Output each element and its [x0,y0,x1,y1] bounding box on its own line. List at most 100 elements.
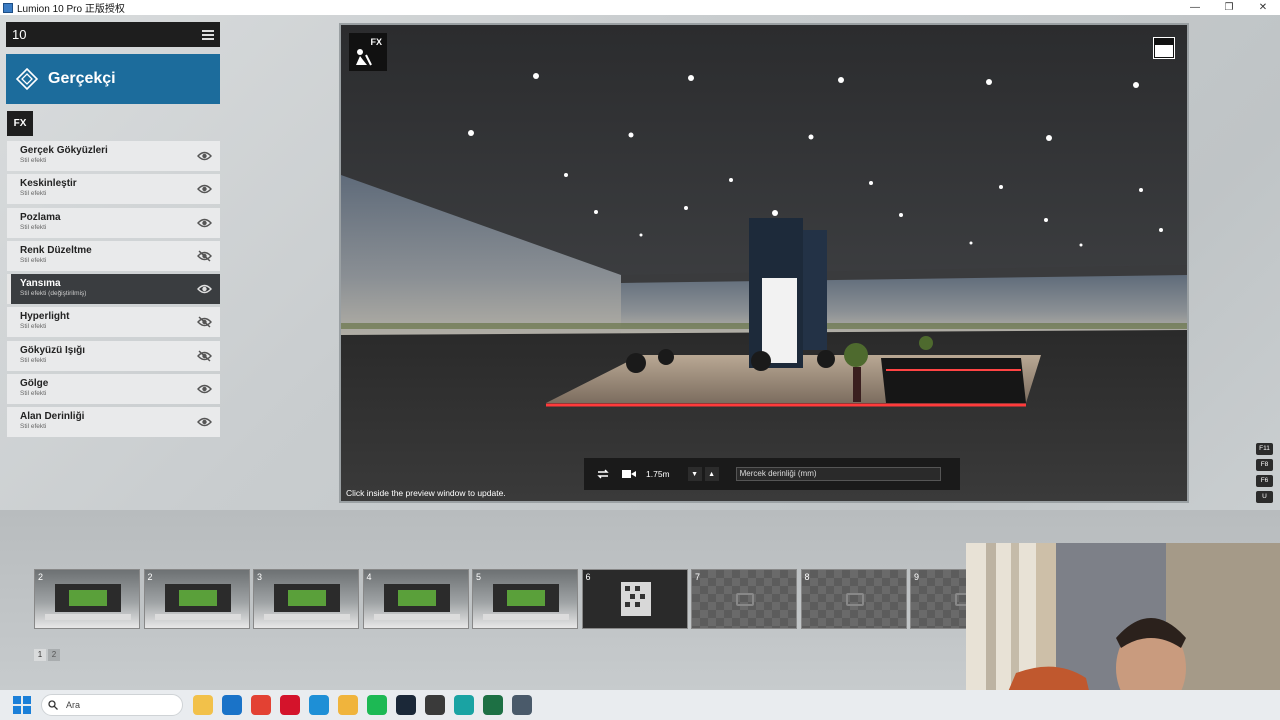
page-1-button[interactable]: 1 [34,649,46,661]
scene-thumbnail-number: 4 [366,572,372,582]
chrome-icon[interactable] [251,695,271,715]
spotify-icon[interactable] [367,695,387,715]
fullscreen-toggle-button[interactable] [1153,37,1175,59]
effect-name: Hyperlight [20,311,70,323]
effect-subtitle: Stil efekti [20,390,47,398]
fx-edit-button[interactable]: FX [349,33,387,71]
windows-start-icon[interactable] [13,696,31,714]
shortcut-u[interactable]: U [1256,491,1273,503]
edge-icon[interactable] [309,695,329,715]
taskbar-search[interactable]: Ara [41,694,183,716]
shortcut-f8[interactable]: F8 [1256,459,1273,471]
3dsmax-icon[interactable] [454,695,474,715]
scene-thumbnail-number: 5 [476,572,482,582]
scene-thumbnail[interactable]: 3 [253,569,359,629]
close-button[interactable]: ✕ [1246,0,1280,15]
scene-thumbnail-number: 7 [695,572,701,582]
effect-name: Yansıma [20,278,61,290]
filmstrip-pages: 1 2 [34,649,62,661]
steam-icon[interactable] [396,695,416,715]
preview-viewport[interactable]: FX 1.75m ▼ ▲ Mercek derinliği (mm) Click… [339,23,1189,503]
effect-item[interactable]: Gökyüzü Işığı Stil efekti [7,340,220,371]
effect-subtitle: Stil efekti (değiştirilmiş) [20,290,87,298]
outlook-icon[interactable] [222,695,242,715]
effect-item[interactable]: Pozlama Stil efekti [7,207,220,238]
lumion-icon[interactable] [512,695,532,715]
scene-thumbnail[interactable]: 2 [143,569,250,629]
effect-name: Gölge [20,378,49,390]
effect-subtitle: Stil efekti [20,190,47,198]
camera-height-up-button[interactable]: ▲ [704,467,719,481]
effect-subtitle: Stil efekti [20,323,47,331]
scene-thumbnail[interactable]: 8 [800,569,907,629]
search-icon [48,700,58,710]
effect-subtitle: Stil efekti [20,157,47,164]
effect-item[interactable]: Renk Düzeltme Stil efekti [7,240,220,271]
preview-hint: Click inside the preview window to updat… [346,488,506,498]
scene-thumbnails: 2 2 3 4 5 6 7 8 9 [34,569,1020,629]
scene-preview-image [620,582,651,616]
effects-count: 10 [12,27,27,42]
eye-off-icon[interactable] [197,249,212,262]
eye-off-icon[interactable] [197,315,212,329]
eye-icon[interactable] [197,149,212,161]
maximize-button[interactable]: ❐ [1212,0,1246,15]
effect-item[interactable]: Gerçek Gökyüzleri Stil efekti [7,141,220,171]
scene-thumbnail[interactable]: 6 [581,569,688,629]
effect-item[interactable]: Gölge Stil efekti [7,374,220,405]
window-controls: — ❐ ✕ [1178,0,1280,15]
effect-name: Renk Düzeltme [20,244,92,256]
swap-camera-icon[interactable] [594,466,612,482]
file-explorer-icon[interactable] [193,695,213,715]
edit-style-icon [356,49,372,66]
obs-icon[interactable] [425,695,445,715]
style-diamond-icon [16,68,38,90]
effect-item[interactable]: Yansıma Stil efekti (değiştirilmiş) [7,274,220,305]
scene-thumbnail[interactable]: 4 [362,569,469,629]
shortcut-keys: F11 F8 F6 U [1256,443,1274,507]
page-2-button[interactable]: 2 [48,649,60,661]
camera-height-down-button[interactable]: ▼ [687,467,702,481]
scene-preview-image [264,584,350,620]
eye-icon[interactable] [197,182,212,194]
effect-item[interactable]: Hyperlight Stil efekti [7,307,220,338]
fx-tab[interactable]: FX [7,111,33,136]
effect-item[interactable]: Alan Derinliği Stil efekti [7,407,220,438]
eye-icon[interactable] [197,415,212,427]
effect-name: Pozlama [20,211,61,223]
camera-icon [736,593,754,606]
eye-icon[interactable] [197,282,212,294]
search-placeholder: Ara [66,700,81,710]
shortcut-f11[interactable]: F11 [1256,443,1273,455]
lens-depth-input[interactable]: Mercek derinliği (mm) [735,467,941,481]
scene-thumbnail-number: 8 [804,572,810,582]
scene-thumbnail-number: 2 [147,572,153,582]
excel-icon[interactable] [483,695,503,715]
menu-icon[interactable] [202,29,214,40]
scene-preview-image [45,584,131,620]
video-camera-icon[interactable] [620,466,638,482]
scene-thumbnail[interactable]: 5 [472,569,578,629]
effect-item[interactable]: Keskinleştir Stil efekti [7,174,220,205]
scene-thumbnail[interactable]: 7 [691,569,797,629]
folder-icon[interactable] [338,695,358,715]
scene-thumbnail-number: 3 [257,572,263,582]
effect-name: Alan Derinliği [20,411,85,423]
effects-stack-header: 10 [6,22,220,47]
eye-icon[interactable] [197,216,212,228]
shortcut-f6[interactable]: F6 [1256,475,1273,487]
minimize-button[interactable]: — [1178,0,1212,15]
effect-name: Gerçek Gökyüzleri [20,145,108,156]
effect-name: Gökyüzü Işığı [20,344,86,356]
taskbar-apps [193,695,541,715]
effect-name: Keskinleştir [20,178,77,190]
scene-preview-image [154,584,241,620]
style-mode-banner[interactable]: Gerçekçi [6,54,220,104]
eye-off-icon[interactable] [197,349,212,362]
eye-icon[interactable] [197,382,212,394]
opera-icon[interactable] [280,695,300,715]
lumion-app-icon [3,2,13,13]
scene-preview-image [373,584,460,620]
scene-thumbnail-number: 6 [585,572,591,582]
scene-thumbnail[interactable]: 2 [34,569,140,629]
